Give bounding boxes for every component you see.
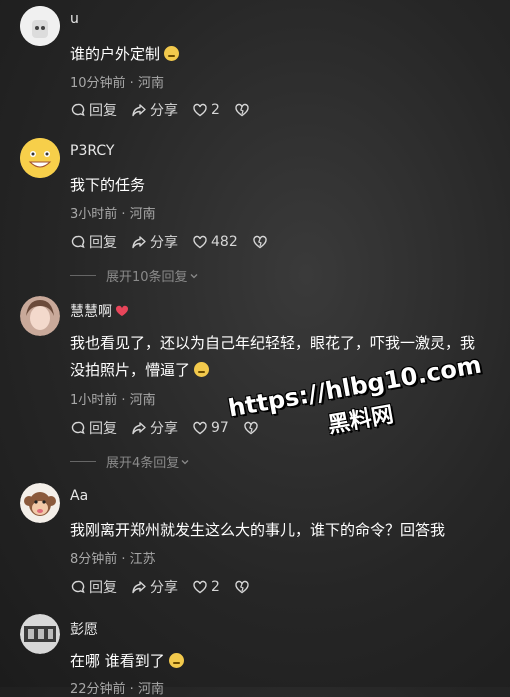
like-count: 482 xyxy=(211,234,238,250)
comment-meta: 3小时前 · 河南 xyxy=(70,207,156,222)
dislike-button[interactable] xyxy=(252,234,271,250)
comment-text-line2: 没拍照片，懵逼了 xyxy=(70,358,210,382)
comment-meta: 10分钟前 · 河南 xyxy=(70,76,164,91)
comment-meta: 1小时前 · 河南 xyxy=(70,393,156,408)
like-button[interactable]: 2 xyxy=(192,579,220,595)
divider-line xyxy=(70,275,96,276)
share-button[interactable]: 分享 xyxy=(131,418,178,438)
chevron-down-icon xyxy=(181,459,189,464)
reply-label: 回复 xyxy=(89,421,117,437)
comment-bubble-icon xyxy=(71,421,85,435)
share-label: 分享 xyxy=(150,103,178,119)
username[interactable]: P3RCY xyxy=(70,143,114,159)
laughing-emoji-icon xyxy=(194,362,210,377)
comment-meta: 22分钟前 · 河南 xyxy=(70,682,164,697)
broken-heart-icon xyxy=(253,235,267,249)
username[interactable]: 慧慧啊 xyxy=(70,301,129,321)
share-button[interactable]: 分享 xyxy=(131,577,178,597)
comment-bubble-icon xyxy=(71,103,85,117)
avatar[interactable] xyxy=(20,614,60,654)
heart-icon xyxy=(193,235,207,249)
like-button[interactable]: 2 xyxy=(192,102,220,118)
comment-text-content: 没拍照片，懵逼了 xyxy=(70,361,191,379)
reply-label: 回复 xyxy=(89,580,117,596)
reply-label: 回复 xyxy=(89,103,117,119)
share-button[interactable]: 分享 xyxy=(131,100,178,120)
expand-replies-button[interactable]: 展开4条回复 xyxy=(70,452,191,471)
reply-button[interactable]: 回复 xyxy=(70,100,117,120)
comment-text: 在哪 谁看到了 xyxy=(70,649,184,673)
reply-button[interactable]: 回复 xyxy=(70,577,117,597)
broken-heart-icon xyxy=(235,580,249,594)
comment-text-content: 谁的户外定制 xyxy=(70,45,161,63)
comment-text: 我下的任务 xyxy=(70,176,146,194)
share-label: 分享 xyxy=(150,421,178,437)
username-text: 慧慧啊 xyxy=(70,304,112,320)
broken-heart-icon xyxy=(235,103,249,117)
chevron-down-icon xyxy=(190,273,198,278)
reply-button[interactable]: 回复 xyxy=(70,232,117,252)
like-count: 2 xyxy=(211,102,220,118)
share-arrow-icon xyxy=(132,104,146,117)
share-label: 分享 xyxy=(150,580,178,596)
expand-label: 展开10条回复 xyxy=(106,270,188,285)
username[interactable]: u xyxy=(70,11,79,27)
smirk-emoji-icon xyxy=(164,46,180,61)
heart-tag-icon xyxy=(115,305,129,316)
like-count: 2 xyxy=(211,579,220,595)
username[interactable]: Aa xyxy=(70,488,88,504)
comment-bubble-icon xyxy=(71,235,85,249)
reply-button[interactable]: 回复 xyxy=(70,418,117,438)
divider-line xyxy=(70,461,96,462)
avatar[interactable] xyxy=(20,296,60,336)
share-arrow-icon xyxy=(132,236,146,249)
share-arrow-icon xyxy=(132,422,146,435)
dislike-button[interactable] xyxy=(234,102,253,118)
avatar[interactable] xyxy=(20,138,60,178)
comment-actions: 回复 分享 2 xyxy=(70,577,267,597)
like-button[interactable]: 97 xyxy=(192,420,229,436)
expand-label: 展开4条回复 xyxy=(106,456,180,471)
reply-label: 回复 xyxy=(89,235,117,251)
avatar[interactable] xyxy=(20,483,60,523)
watermark: https://hlbg10.com 黑料网 xyxy=(226,350,489,456)
comment-actions: 回复 分享 482 xyxy=(70,232,285,252)
grimace-emoji-icon xyxy=(168,653,184,668)
dislike-button[interactable] xyxy=(234,579,253,595)
comment-text: 我刚离开郑州就发生这么大的事儿，谁下的命令？回答我 xyxy=(70,521,446,539)
comment-text: 谁的户外定制 xyxy=(70,42,180,66)
comment-text-line1: 我也看见了，还以为自己年纪轻轻，眼花了，吓我一激灵，我 xyxy=(70,334,476,352)
like-count: 97 xyxy=(211,420,229,436)
comment-text-content: 在哪 谁看到了 xyxy=(70,652,165,670)
avatar[interactable] xyxy=(20,6,60,46)
heart-icon xyxy=(193,103,207,117)
username[interactable]: 彭愿 xyxy=(70,619,98,639)
share-label: 分享 xyxy=(150,235,178,251)
like-button[interactable]: 482 xyxy=(192,234,238,250)
heart-icon xyxy=(193,421,207,435)
comment-bubble-icon xyxy=(71,580,85,594)
heart-icon xyxy=(193,580,207,594)
share-arrow-icon xyxy=(132,581,146,594)
share-button[interactable]: 分享 xyxy=(131,232,178,252)
comment-actions: 回复 分享 2 xyxy=(70,100,267,120)
expand-replies-button[interactable]: 展开10条回复 xyxy=(70,266,200,285)
comment-meta: 8分钟前 · 江苏 xyxy=(70,552,156,567)
